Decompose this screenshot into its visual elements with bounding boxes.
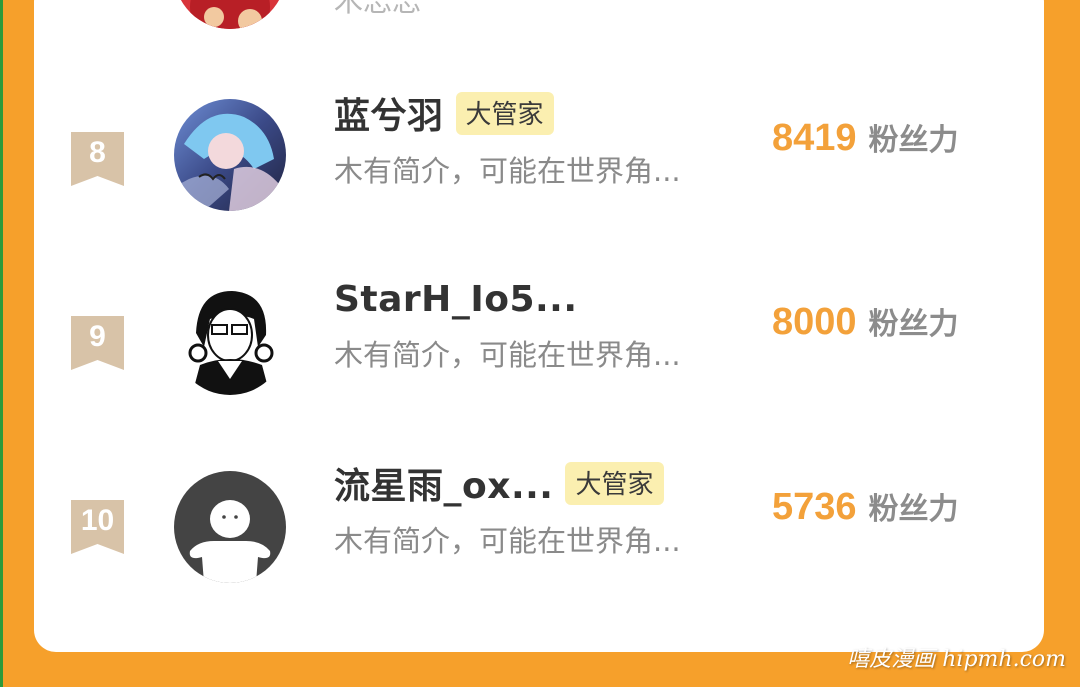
avatar[interactable] (174, 0, 286, 29)
role-badge: 大管家 (455, 91, 554, 135)
score-unit: 粉丝力 (868, 307, 959, 342)
rank-number: 10 (80, 504, 115, 537)
watermark: 嘻皮漫画 hipmh.com (847, 647, 1066, 672)
avatar[interactable] (174, 471, 286, 583)
user-bio: 木有简介，可能在世界角... (334, 524, 681, 558)
fan-power-score: 8419 粉丝力 (772, 115, 959, 160)
user-bio: 木有简介，可能在世界角... (334, 338, 681, 372)
user-name[interactable]: 流星雨_ox... (334, 457, 553, 509)
user-name[interactable]: StarH_Io5... (334, 279, 578, 320)
rank-badge: 9 (71, 316, 124, 370)
user-name[interactable]: 蓝兮羽 (334, 87, 444, 139)
name-line: StarH_Io5... (334, 276, 578, 322)
rank-number: 9 (89, 320, 106, 353)
role-badge: 大管家 (565, 461, 664, 505)
name-line: 流星雨_ox... 大管家 (334, 457, 664, 509)
rank-number: 8 (89, 136, 106, 169)
user-bio: 木忘忘 (334, 0, 422, 18)
avatar[interactable] (174, 99, 286, 211)
score-value: 8419 (772, 117, 857, 159)
list-item[interactable]: 10 流星雨_ox... 大管家 木有简介，可能在世界角... 5736 粉丝力 (34, 448, 1044, 628)
score-value: 8000 (772, 301, 857, 343)
score-unit: 粉丝力 (868, 492, 959, 527)
rank-badge: 10 (71, 500, 124, 554)
user-bio: 木有简介，可能在世界角... (334, 154, 681, 188)
score-unit: 粉丝力 (868, 123, 959, 158)
list-item[interactable]: 9 StarH_Io5... 木有简介，可能在世界角... 8000 粉丝力 (34, 264, 1044, 444)
fan-power-score: 8000 粉丝力 (772, 299, 959, 344)
left-edge-strip (0, 0, 3, 687)
fan-power-score: 5736 粉丝力 (772, 484, 959, 529)
leaderboard-card: 木忘忘 8 蓝兮羽 大管家 木有简介，可能在世界角... 8419 粉丝力 9 … (34, 0, 1044, 652)
score-value: 5736 (772, 486, 857, 528)
list-item[interactable]: 8 蓝兮羽 大管家 木有简介，可能在世界角... 8419 粉丝力 (34, 80, 1044, 260)
rank-badge: 8 (71, 132, 124, 186)
avatar[interactable] (174, 283, 286, 395)
name-line: 蓝兮羽 大管家 (334, 87, 554, 139)
